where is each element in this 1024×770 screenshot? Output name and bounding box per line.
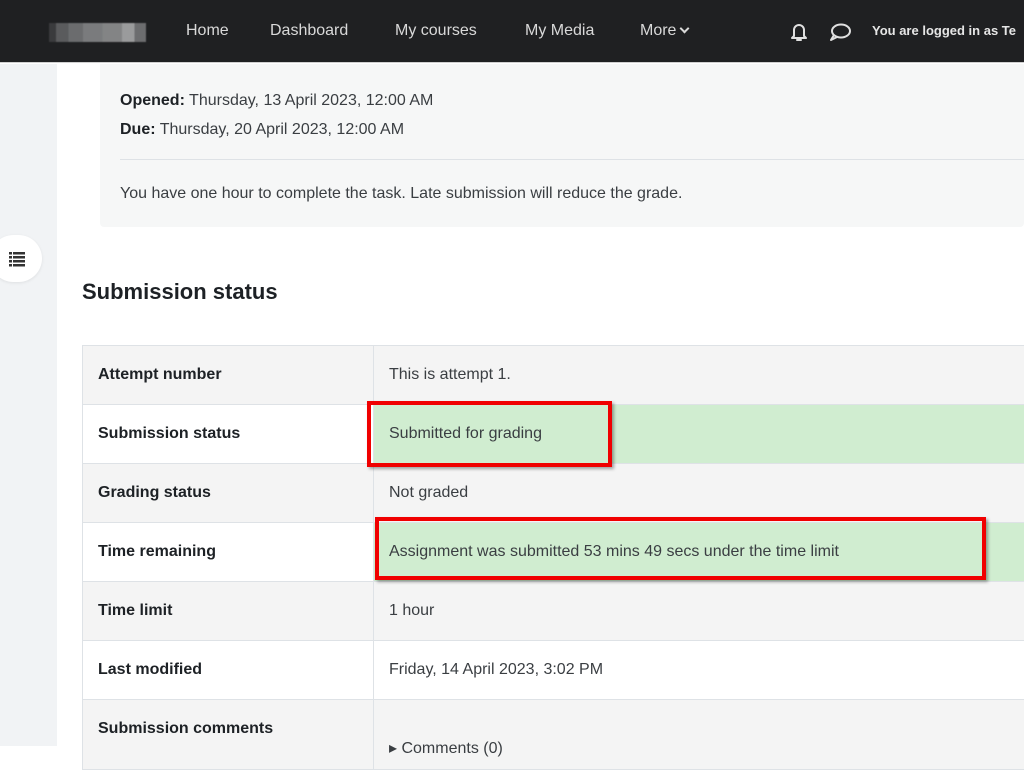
activity-dates: Opened: Thursday, 13 April 2023, 12:00 A…: [120, 86, 433, 144]
row-label: Time remaining: [83, 523, 374, 582]
nav-dashboard[interactable]: Dashboard: [270, 22, 348, 40]
table-row: Last modified Friday, 14 April 2023, 3:0…: [83, 641, 1024, 700]
divider: [120, 159, 1024, 160]
table-row: Time limit 1 hour: [83, 582, 1024, 641]
activity-dates-box: Opened: Thursday, 13 April 2023, 12:00 A…: [100, 64, 1024, 227]
nav-home[interactable]: Home: [186, 22, 229, 40]
table-row: Attempt number This is attempt 1.: [83, 346, 1024, 405]
row-value: 1 hour: [374, 582, 1024, 641]
row-value: This is attempt 1.: [374, 346, 1024, 405]
row-label: Last modified: [83, 641, 374, 700]
site-logo[interactable]: [49, 23, 146, 42]
top-navbar: Home Dashboard My courses My Media More …: [0, 0, 1024, 63]
table-row: Submission comments ▸ Comments (0): [83, 700, 1024, 770]
nav-more-dropdown[interactable]: More: [640, 22, 688, 40]
row-label: Time limit: [83, 582, 374, 641]
list-icon: [9, 251, 29, 267]
row-value: ▸ Comments (0): [374, 700, 1024, 770]
submission-status-value: Submitted for grading: [374, 405, 1024, 464]
table-row: Submission status Submitted for grading: [83, 405, 1024, 464]
due-value: Thursday, 20 April 2023, 12:00 AM: [156, 121, 404, 138]
chevron-down-icon: [680, 24, 690, 34]
submission-status-table: Attempt number This is attempt 1. Submis…: [82, 345, 1024, 770]
row-label: Submission comments: [83, 700, 374, 770]
due-date: Due: Thursday, 20 April 2023, 12:00 AM: [120, 115, 433, 144]
row-label: Submission status: [83, 405, 374, 464]
row-value: Friday, 14 April 2023, 3:02 PM: [374, 641, 1024, 700]
opened-date: Opened: Thursday, 13 April 2023, 12:00 A…: [120, 86, 433, 115]
opened-label: Opened:: [120, 92, 185, 109]
submission-status-heading: Submission status: [82, 279, 278, 305]
row-value: Not graded: [374, 464, 1024, 523]
comments-toggle-link[interactable]: ▸ Comments (0): [389, 738, 503, 758]
bell-icon[interactable]: [790, 22, 808, 42]
nav-my-courses[interactable]: My courses: [395, 22, 477, 40]
open-course-index-button[interactable]: [0, 235, 42, 282]
chat-bubble-icon[interactable]: [828, 22, 852, 42]
opened-value: Thursday, 13 April 2023, 12:00 AM: [185, 92, 433, 109]
course-index-drawer: [0, 64, 57, 746]
logged-in-user-text: You are logged in as Te: [872, 23, 1016, 38]
table-row: Time remaining Assignment was submitted …: [83, 523, 1024, 582]
table-row: Grading status Not graded: [83, 464, 1024, 523]
row-label: Attempt number: [83, 346, 374, 405]
activity-description: You have one hour to complete the task. …: [120, 185, 682, 203]
due-label: Due:: [120, 121, 156, 138]
nav-my-media[interactable]: My Media: [525, 22, 594, 40]
nav-more-label: More: [640, 22, 676, 39]
time-remaining-value: Assignment was submitted 53 mins 49 secs…: [374, 523, 1024, 582]
row-label: Grading status: [83, 464, 374, 523]
